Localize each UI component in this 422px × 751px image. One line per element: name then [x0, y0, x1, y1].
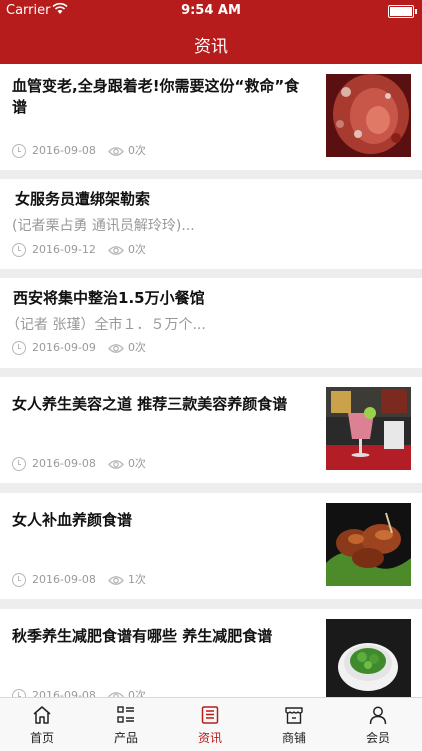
news-title: 女人补血养颜食谱 [12, 511, 133, 529]
news-summary: (记者栗占勇 通讯员解玲玲)... [12, 218, 195, 234]
tab-home[interactable]: 首页 [0, 698, 84, 751]
home-icon [33, 706, 51, 724]
news-item[interactable]: 女人养生美容之道 推荐三款美容养颜食谱 2016-09-08 0次 [0, 377, 422, 483]
news-item[interactable]: 血管变老,全身跟着老!你需要这份“救命”食谱 2016-09-08 0次 [0, 64, 422, 170]
tab-shops[interactable]: 商铺 [252, 698, 336, 751]
tab-label: 资讯 [197, 731, 222, 745]
news-views: 0次 [127, 144, 146, 157]
list-icon [117, 706, 134, 723]
clock-icon [12, 341, 26, 355]
news-views: 0次 [127, 341, 146, 354]
eye-icon [108, 459, 124, 469]
news-date: 2016-09-08 [32, 144, 96, 157]
news-thumbnail [326, 503, 411, 586]
news-item[interactable]: 女人补血养颜食谱 2016-09-08 1次 [0, 493, 422, 599]
eye-icon [108, 343, 124, 353]
news-meta: 2016-09-08 0次 [12, 688, 146, 697]
top-bar: Carrier 9:54 AM 资讯 [0, 0, 422, 64]
news-views: 1次 [127, 573, 146, 586]
news-item[interactable]: 女服务员遭绑架勒索 (记者栗占勇 通讯员解玲玲)... 2016-09-12 0次 [0, 179, 422, 269]
tab-label: 首页 [29, 731, 54, 745]
page-title: 资讯 [194, 37, 228, 57]
eye-icon [108, 575, 124, 585]
news-item[interactable]: 西安将集中整治1.5万小餐馆 （记者 张瑾）全市１．５万个... 2016-09… [0, 278, 422, 368]
news-meta: 2016-09-08 0次 [12, 143, 146, 159]
news-title: 秋季养生减肥食谱有哪些 养生减肥食谱 [12, 627, 273, 645]
news-list: 血管变老,全身跟着老!你需要这份“救命”食谱 2016-09-08 0次 女服务员… [0, 64, 422, 697]
news-thumbnail [326, 619, 411, 697]
news-date: 2016-09-09 [32, 341, 96, 354]
tab-bar: 首页 产品 资讯 商铺 会员 [0, 697, 422, 751]
tab-member[interactable]: 会员 [336, 698, 420, 751]
news-icon [201, 706, 219, 724]
news-title: 女服务员遭绑架勒索 [15, 190, 151, 208]
news-thumbnail [326, 74, 411, 157]
news-meta: 2016-09-09 0次 [12, 340, 146, 356]
news-views: 0次 [127, 689, 146, 697]
news-date: 2016-09-12 [32, 243, 96, 256]
tab-label: 会员 [365, 731, 390, 745]
tab-news[interactable]: 资讯 [168, 698, 252, 751]
news-item[interactable]: 秋季养生减肥食谱有哪些 养生减肥食谱 2016-09-08 0次 [0, 609, 422, 697]
news-title: 血管变老,全身跟着老!你需要这份“救命”食谱 [12, 77, 300, 116]
clock-icon [12, 457, 26, 471]
news-date: 2016-09-08 [32, 457, 96, 470]
news-title: 女人养生美容之道 推荐三款美容养颜食谱 [12, 395, 288, 413]
shop-icon [285, 707, 303, 724]
clock-icon [12, 144, 26, 158]
clock-icon [12, 243, 26, 257]
battery-icon [388, 5, 417, 18]
news-date: 2016-09-08 [32, 573, 96, 586]
news-views: 0次 [127, 243, 146, 256]
eye-icon [108, 146, 124, 156]
tab-label: 产品 [113, 731, 138, 745]
user-icon [369, 706, 387, 725]
clock-icon [12, 689, 26, 697]
news-thumbnail [326, 387, 411, 470]
news-meta: 2016-09-08 1次 [12, 572, 146, 588]
news-summary: （记者 张瑾）全市１．５万个... [6, 317, 206, 333]
news-title: 西安将集中整治1.5万小餐馆 [13, 289, 205, 307]
news-meta: 2016-09-12 0次 [12, 242, 146, 258]
clock-icon [12, 573, 26, 587]
tab-label: 商铺 [281, 731, 306, 745]
news-date: 2016-09-08 [32, 689, 96, 697]
news-meta: 2016-09-08 0次 [12, 456, 146, 472]
eye-icon [108, 245, 124, 255]
tab-products[interactable]: 产品 [84, 698, 168, 751]
news-views: 0次 [127, 457, 146, 470]
status-bar: Carrier 9:54 AM [0, 0, 422, 22]
status-time: 9:54 AM [181, 3, 241, 18]
